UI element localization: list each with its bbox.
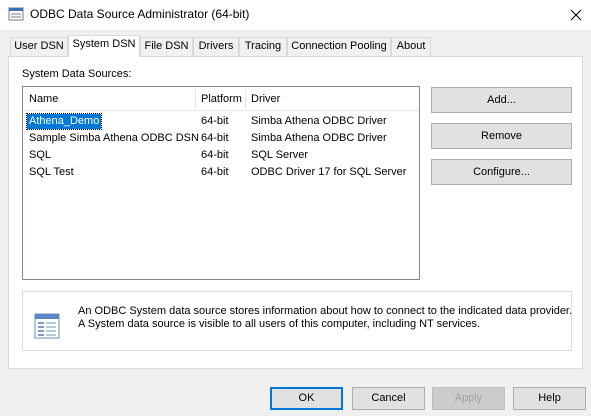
row-name: Athena_Demo [25,113,103,130]
row-platform: 64-bit [201,115,229,127]
column-header-platform[interactable]: Platform [195,87,245,111]
description-box: An ODBC System data source stores inform… [22,291,572,351]
row-name: SQL [29,149,52,161]
odbc-app-icon [8,7,24,21]
close-button[interactable] [561,0,591,30]
window-title: ODBC Data Source Administrator (64-bit) [30,7,250,21]
column-header-driver[interactable]: Driver [245,87,415,111]
tab-user-dsn[interactable]: User DSN [10,37,68,56]
help-button[interactable]: Help [513,387,586,410]
row-platform: 64-bit [201,166,229,178]
apply-button[interactable]: Apply [432,387,505,410]
system-data-sources-label: System Data Sources: [22,68,132,80]
remove-button[interactable]: Remove [431,123,572,149]
list-item[interactable]: SQL Test 64-bit ODBC Driver 17 for SQL S… [23,164,419,181]
tab-connection-pooling[interactable]: Connection Pooling [287,37,391,56]
description-line-1: An ODBC System data source stores inform… [78,305,573,317]
selected-row-name: Athena_Demo [25,113,103,130]
row-name: Sample Simba Athena ODBC DSN [29,132,199,144]
row-driver: Simba Athena ODBC Driver [251,132,387,144]
tab-file-dsn[interactable]: File DSN [140,37,193,56]
tab-tracing[interactable]: Tracing [239,37,287,56]
tab-about[interactable]: About [391,37,431,56]
list-header: Name Platform Driver [23,87,419,111]
list-item[interactable]: Athena_Demo 64-bit Simba Athena ODBC Dri… [23,113,419,130]
configure-button[interactable]: Configure... [431,159,572,185]
description-line-2: A System data source is visible to all u… [78,318,481,330]
row-platform: 64-bit [201,149,229,161]
title-bar: ODBC Data Source Administrator (64-bit) [0,0,591,30]
close-icon [570,9,582,21]
cancel-button[interactable]: Cancel [352,387,425,410]
data-sources-list[interactable]: Name Platform Driver Athena_Demo 64-bit … [22,86,420,280]
ok-button[interactable]: OK [270,387,343,410]
add-button[interactable]: Add... [431,87,572,113]
row-driver: Simba Athena ODBC Driver [251,115,387,127]
column-header-name[interactable]: Name [23,87,195,111]
data-source-icon [34,313,60,339]
tab-drivers[interactable]: Drivers [193,37,239,56]
tab-system-dsn[interactable]: System DSN [68,35,140,57]
list-item[interactable]: SQL 64-bit SQL Server [23,147,419,164]
row-driver: ODBC Driver 17 for SQL Server [251,166,407,178]
row-name: SQL Test [29,166,74,178]
row-platform: 64-bit [201,132,229,144]
list-item[interactable]: Sample Simba Athena ODBC DSN 64-bit Simb… [23,130,419,147]
row-driver: SQL Server [251,149,309,161]
